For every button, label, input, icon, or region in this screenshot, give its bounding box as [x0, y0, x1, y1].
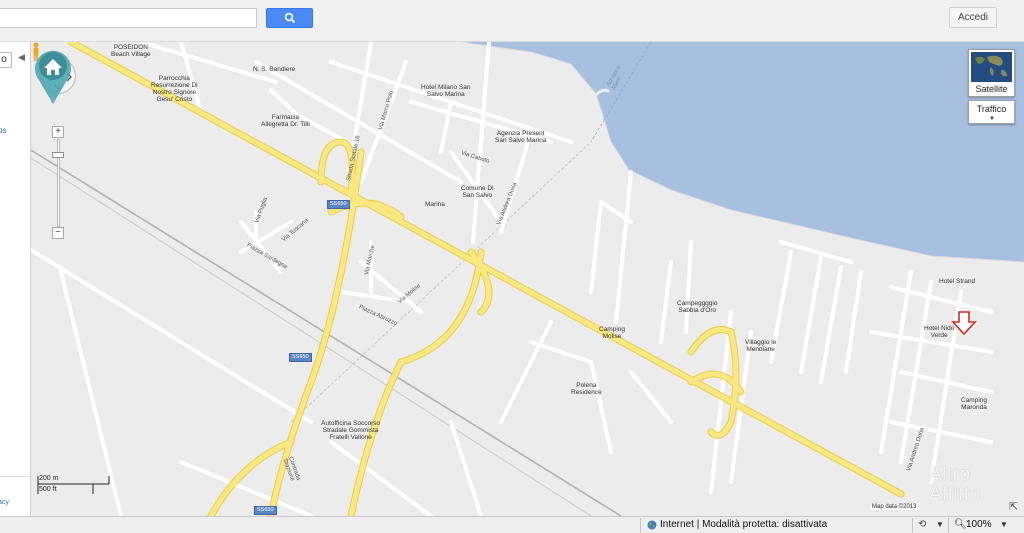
poi-farmacia[interactable]: Farmacia Allegretta Dr. Tilli	[261, 114, 310, 128]
traffic-label: Traffico	[976, 104, 1007, 114]
zoom-level[interactable]: 100%	[966, 519, 992, 530]
poi-comune[interactable]: Comune Di San Salvo	[461, 185, 494, 199]
privacy-link[interactable]: acy	[0, 499, 9, 506]
status-separator	[948, 518, 949, 532]
status-separator	[640, 518, 641, 532]
poi-hotel-nido[interactable]: Hotel Nido Verde	[924, 325, 954, 339]
house-pin-icon	[35, 50, 71, 104]
search-icon	[284, 12, 295, 24]
road-shield: SS650	[289, 353, 312, 362]
panel-link[interactable]: ps	[0, 126, 6, 135]
poi-poseidon[interactable]: POSEIDON Beach Village	[111, 44, 151, 58]
search-input[interactable]	[0, 8, 257, 28]
poi-camping-molise[interactable]: Camping Molise	[599, 326, 625, 340]
scale-imperial: 500 ft	[39, 486, 57, 493]
poi-ns-bandiere[interactable]: N. S. Bandiere	[253, 66, 295, 73]
chevron-down-icon: ▼	[989, 116, 995, 122]
zoom-slider-handle[interactable]	[52, 152, 64, 158]
globe-thumbnail-icon	[971, 52, 1012, 82]
map-attribution[interactable]: Map data ©2013	[870, 504, 919, 510]
chevron-down-icon[interactable]: ▼	[936, 520, 944, 530]
poi-autofficina[interactable]: Autofficina Soccorso Stradale Gommista Fra…	[321, 420, 380, 441]
zoom-magnifier-icon[interactable]: 🔍︎	[954, 519, 967, 530]
map-scale: 200 m 500 ft	[37, 474, 112, 496]
poi-parrocchia[interactable]: Parrocchia Resurrezione Di Nostro Signore G…	[151, 75, 198, 103]
map-canvas[interactable]: POSEIDON Beach Village Parrocchia Resurrez…	[31, 42, 1024, 516]
zone-status[interactable]: Internet | Modalità protetta: disattivat…	[660, 519, 827, 530]
poi-villaggio[interactable]: Villaggio le Mendiane	[745, 339, 776, 353]
search-button[interactable]	[266, 8, 313, 28]
zoom-out-button[interactable]: −	[52, 227, 64, 239]
panel-tab[interactable]: o	[0, 52, 12, 68]
poi-agenzia[interactable]: Agenzia Present San Salvo Marina	[495, 130, 546, 144]
satellite-label: Satellite	[975, 84, 1008, 94]
road-shield: SS650	[327, 200, 350, 209]
collapse-panel-icon[interactable]: ◀	[18, 52, 25, 63]
poi-marina[interactable]: Marina	[425, 201, 445, 208]
satellite-thumbnail	[971, 52, 1012, 82]
search-toolbar: Accedi	[0, 0, 1024, 42]
map-roads	[31, 42, 1024, 516]
poi-hotel-milano[interactable]: Hotel Milano San Salvo Marina	[421, 84, 471, 98]
poi-camping-maronda[interactable]: Camping Maronda	[961, 397, 987, 411]
protected-mode-icon[interactable]: ⟲	[918, 519, 926, 530]
satellite-button[interactable]: Satellite	[968, 49, 1015, 97]
poi-hotel-strand[interactable]: Hotel Strand	[939, 278, 975, 285]
chevron-down-icon[interactable]: ▼	[1000, 520, 1008, 530]
scale-metric: 200 m	[39, 475, 59, 482]
side-panel: o ◀ ps acy	[0, 42, 31, 516]
expand-icon[interactable]: ⇱	[1009, 500, 1018, 513]
panel-divider	[0, 476, 30, 477]
road-shield: SS650	[254, 506, 277, 515]
traffic-button[interactable]: Traffico ▼	[968, 100, 1015, 124]
status-separator	[912, 518, 913, 532]
poi-polena[interactable]: Polena Residence	[571, 382, 602, 396]
browser-statusbar: Internet | Modalità protetta: disattivat…	[0, 516, 1024, 533]
poi-campeggio[interactable]: Campeggggio Sabbia d'Oro	[677, 300, 717, 314]
signin-button[interactable]: Accedi	[949, 7, 997, 28]
watermark-text: Altro Affitto	[929, 464, 981, 505]
zoom-in-button[interactable]: +	[52, 126, 64, 138]
globe-icon	[647, 520, 657, 530]
